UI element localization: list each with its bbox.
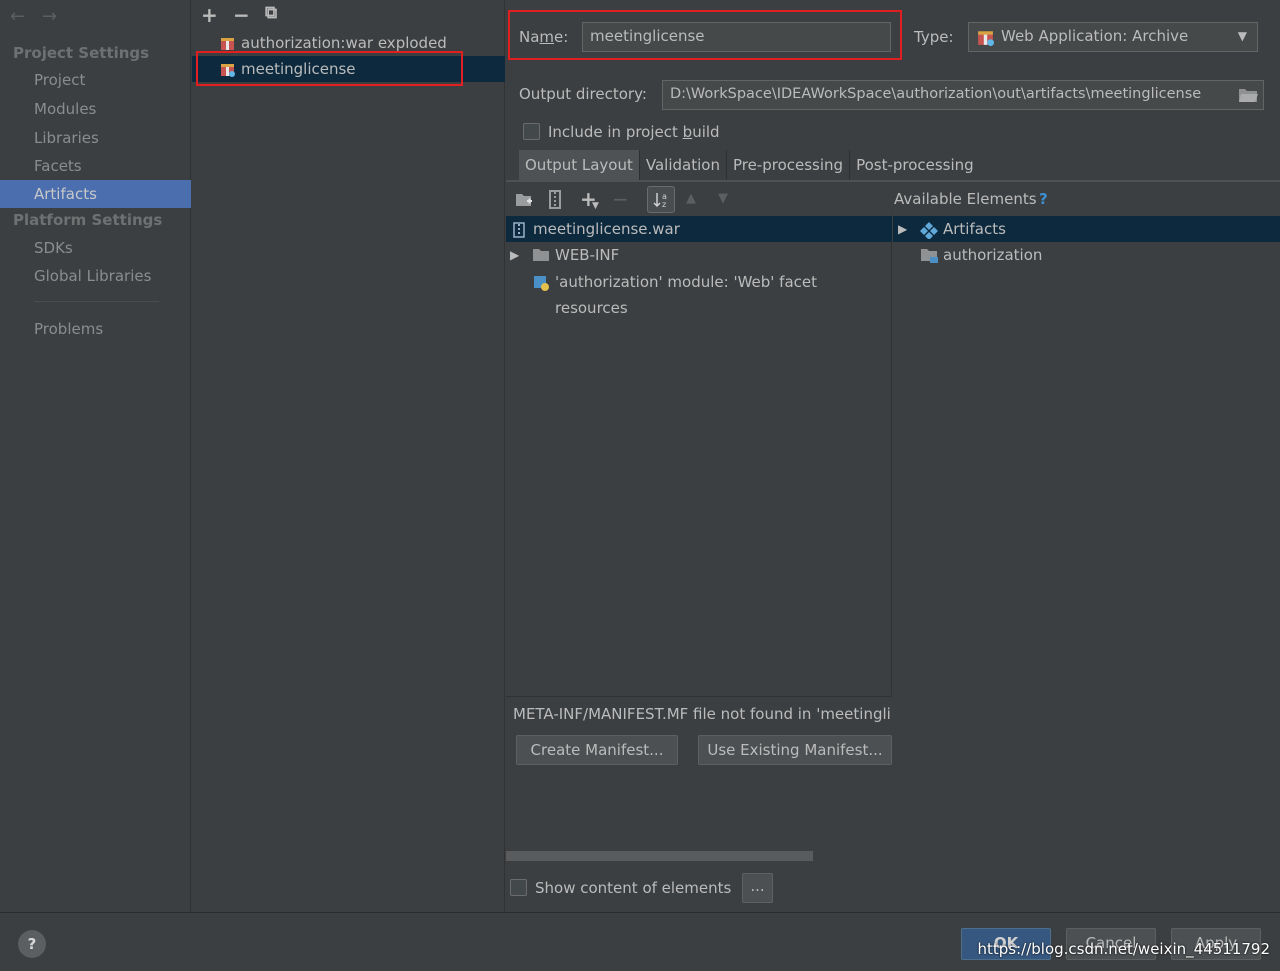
sidebar-item-problems[interactable]: Problems [0,315,191,343]
show-content-label: Show content of elements [535,879,732,897]
create-manifest-button[interactable]: Create Manifest... [516,735,678,765]
sort-alphabetically-button[interactable]: a z [647,186,675,213]
show-content-checkbox[interactable] [510,879,527,896]
sidebar-item-project[interactable]: Project [0,66,191,94]
output-directory-field[interactable]: D:\WorkSpace\IDEAWorkSpace\authorization… [662,80,1264,110]
sidebar-item-global-libraries[interactable]: Global Libraries [0,262,191,290]
output-layout-tree: meetinglicense.war ▶ WEB-INF 'authorizat… [506,215,892,695]
horizontal-scrollbar[interactable] [506,851,813,861]
svg-text:z: z [662,200,666,209]
chevron-down-icon: ▼ [1237,29,1247,43]
type-value: Web Application: Archive [1001,27,1189,45]
sidebar-item-libraries[interactable]: Libraries [0,124,191,152]
sort-alpha-icon: a z [653,192,667,209]
output-directory-label: Output directory: [519,85,647,103]
expand-arrow-icon[interactable]: ▶ [898,216,907,242]
sidebar-item-facets[interactable]: Facets [0,152,191,180]
tree-label: authorization [943,246,1043,264]
show-content-options-button[interactable]: ... [742,873,773,903]
remove-element-icon[interactable]: − [612,187,629,211]
available-elements-tree: ▶ Artifacts authorization [893,215,1280,695]
move-up-icon[interactable]: ▲ [686,191,696,206]
new-archive-icon[interactable] [548,190,562,209]
tree-row-web-facet[interactable]: 'authorization' module: 'Web' facet reso… [506,269,892,317]
include-in-build-checkbox[interactable] [523,123,540,140]
watermark-text: https://blog.csdn.net/weixin_44511792 [977,940,1270,958]
archive-icon [513,222,525,238]
tab-underline [506,180,1280,182]
web-archive-icon [978,31,994,46]
available-row-authorization[interactable]: authorization [893,242,1280,268]
web-facet-icon [534,276,549,291]
back-arrow-icon[interactable]: ← [10,6,25,27]
add-dropdown-icon[interactable]: ▼ [592,201,599,211]
tree-row-web-inf[interactable]: ▶ WEB-INF [506,242,892,268]
tab-pre-processing[interactable]: Pre-processing [727,150,851,180]
tree-label: WEB-INF [555,246,620,264]
add-artifact-icon[interactable]: + [201,3,218,27]
help-question-icon[interactable]: ? [1039,190,1048,208]
highlight-box-artifact [196,51,463,86]
forward-arrow-icon[interactable]: → [42,6,57,27]
include-in-build-label: Include in project build [548,123,720,141]
artifacts-icon [920,222,938,239]
name-field[interactable]: meetinglicense [582,22,891,52]
remove-artifact-icon[interactable]: − [233,3,250,27]
platform-settings-heading: Platform Settings [13,211,163,229]
dialog-footer: ? OK Cancel Apply https://blog.csdn.net/… [0,912,1280,971]
artifact-editor-panel: Name: meetinglicense Type: Web Applicati… [506,0,1280,912]
available-elements-title: Available Elements [894,190,1037,208]
help-icon[interactable]: ? [18,930,46,958]
new-folder-icon[interactable] [515,192,533,208]
artifact-war-exploded-icon [221,38,234,50]
copy-artifact-icon[interactable]: ⧉ [265,3,277,23]
type-label: Type: [914,28,954,46]
project-settings-heading: Project Settings [13,44,150,62]
tab-output-layout[interactable]: Output Layout [519,150,640,180]
module-folder-icon [921,249,938,263]
settings-sidebar: ← → Project Settings Project Modules Lib… [0,0,191,912]
tree-label: 'authorization' module: 'Web' facet reso… [555,273,817,317]
expand-arrow-icon[interactable]: ▶ [510,242,519,268]
tab-bar: Output Layout Validation Pre-processing … [519,150,980,180]
artifact-label: authorization:war exploded [241,34,447,52]
tree-row-war[interactable]: meetinglicense.war [506,216,892,242]
type-select[interactable]: Web Application: Archive ▼ [968,22,1258,52]
manifest-message: META-INF/MANIFEST.MF file not found in '… [513,705,891,723]
folder-icon [533,249,549,261]
artifact-list-panel: + − ⧉ authorization:war exploded meeting… [192,0,505,912]
manifest-divider [506,696,892,697]
sidebar-divider [34,301,159,302]
tree-label: meetinglicense.war [533,220,680,238]
sidebar-item-artifacts[interactable]: Artifacts [0,180,191,208]
use-existing-manifest-button[interactable]: Use Existing Manifest... [698,735,892,765]
available-row-artifacts[interactable]: ▶ Artifacts [893,216,1280,242]
tree-label: Artifacts [943,220,1006,238]
sidebar-item-sdks[interactable]: SDKs [0,234,191,262]
move-down-icon[interactable]: ▼ [718,191,728,206]
folder-browse-icon[interactable] [1238,87,1258,103]
sidebar-item-modules[interactable]: Modules [0,95,191,123]
name-label: Name: [519,28,569,46]
tab-validation[interactable]: Validation [640,150,727,180]
tab-post-processing[interactable]: Post-processing [850,150,980,180]
